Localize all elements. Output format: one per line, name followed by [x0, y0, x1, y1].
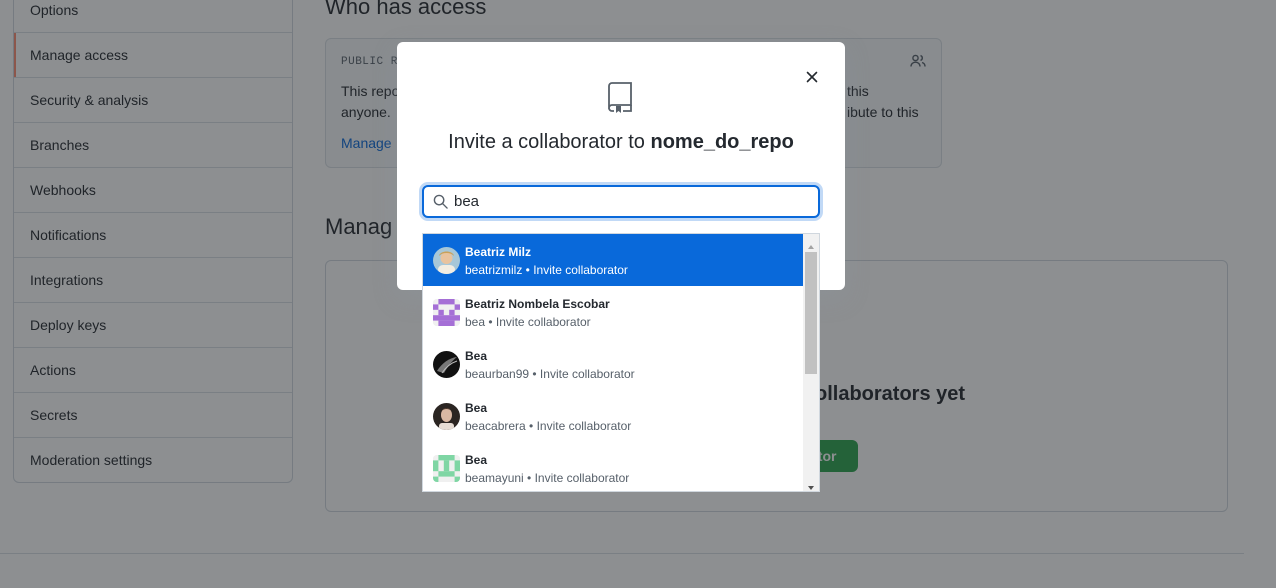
search-input[interactable]: [454, 190, 794, 213]
suggestion-item[interactable]: Bea beamayuni • Invite collaborator: [423, 442, 803, 491]
close-button[interactable]: [801, 68, 823, 90]
dropdown-scrollbar[interactable]: [803, 234, 819, 491]
suggestion-name: Beatriz Milz: [465, 245, 532, 259]
dialog-title-prefix: Invite a collaborator to: [448, 131, 645, 153]
suggestion-username: beacabrera • Invite collaborator: [465, 419, 632, 433]
suggestions-dropdown: Beatriz Milz beatrizmilz • Invite collab…: [422, 233, 820, 492]
avatar: [433, 351, 460, 378]
suggestion-item[interactable]: Beatriz Milz beatrizmilz • Invite collab…: [423, 234, 803, 286]
avatar: [433, 247, 460, 274]
search-icon: [433, 194, 448, 214]
suggestion-item[interactable]: Bea beacabrera • Invite collaborator: [423, 390, 803, 442]
collaborator-search-field[interactable]: [422, 185, 820, 218]
suggestion-username: beaurban99 • Invite collaborator: [465, 367, 635, 381]
suggestion-username: bea • Invite collaborator: [465, 315, 591, 329]
avatar: [433, 299, 460, 326]
avatar: [433, 455, 460, 482]
suggestion-item[interactable]: Bea beaurban99 • Invite collaborator: [423, 338, 803, 390]
close-icon: [806, 70, 818, 88]
repo-name: nome_do_repo: [650, 131, 794, 153]
suggestion-name: Bea: [465, 349, 488, 363]
suggestion-name: Beatriz Nombela Escobar: [465, 297, 610, 311]
scrollbar-thumb[interactable]: [805, 252, 817, 374]
scroll-down-arrow-icon[interactable]: [807, 479, 815, 490]
dialog-title: Invite a collaborator to nome_do_repo: [397, 131, 845, 154]
suggestion-item[interactable]: Beatriz Nombela Escobar bea • Invite col…: [423, 286, 803, 338]
scroll-up-arrow-icon[interactable]: [807, 238, 815, 249]
suggestion-username: beatrizmilz • Invite collaborator: [465, 263, 628, 277]
suggestion-username: beamayuni • Invite collaborator: [465, 471, 630, 485]
repo-icon: [607, 82, 633, 119]
suggestion-name: Bea: [465, 453, 488, 467]
avatar: [433, 403, 460, 430]
suggestion-name: Bea: [465, 401, 488, 415]
